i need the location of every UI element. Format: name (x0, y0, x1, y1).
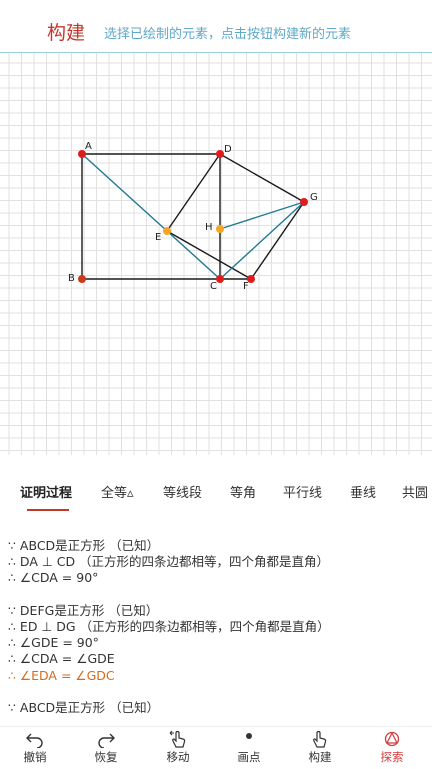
proof-line (8, 587, 428, 603)
move-button[interactable]: 移动 (148, 727, 208, 769)
tab-equal-angles[interactable]: 等角 (230, 482, 256, 501)
redo-label: 恢复 (94, 750, 118, 764)
label-A: A (85, 141, 92, 152)
label-B: B (68, 273, 75, 284)
page-title: 构建 (47, 22, 86, 44)
segment-HG[interactable] (219, 201, 305, 230)
tab-equal-segments[interactable]: 等线段 (163, 482, 202, 501)
construct-label: 构建 (308, 750, 332, 764)
header-bar: 构建 选择已绘制的元素，点击按钮构建新的元素 (0, 0, 432, 53)
label-F: F (243, 281, 249, 292)
point-G[interactable] (300, 198, 308, 206)
proof-line: ∴ ∠CDA = 90° (8, 570, 99, 586)
active-tab-indicator (27, 509, 69, 511)
segment-EC[interactable] (166, 230, 221, 280)
proof-line: ∴ ∠GDE = 90° (8, 635, 99, 651)
proof-line: ∵ ABCD是正方形 （已知） (8, 538, 160, 553)
redo-icon (98, 733, 115, 748)
explore-icon (384, 731, 400, 747)
geometry-figure: A D G H E B C F (68, 141, 318, 292)
point-D[interactable] (216, 150, 224, 158)
label-H: H (205, 222, 213, 233)
draw-point-button[interactable]: 画点 (219, 727, 279, 769)
explore-button[interactable]: 探索 (362, 727, 422, 769)
hand-pointer-icon (313, 730, 327, 748)
point-C[interactable] (216, 275, 224, 283)
segment-AE[interactable] (81, 153, 168, 232)
undo-button[interactable]: 撤销 (5, 727, 65, 769)
segment-DE[interactable] (166, 153, 221, 232)
proof-line: ∴ ED ⊥ DG （正方形的四条边都相等，四个角都是直角） (8, 618, 330, 634)
redo-button[interactable]: 恢复 (76, 727, 136, 769)
tab-concyclic[interactable]: 共圆 (402, 482, 428, 501)
label-E: E (155, 232, 161, 243)
proof-line: ∴ DA ⊥ CD （正方形的四条边都相等，四个角都是直角） (8, 554, 330, 570)
proof-line: ∴ ∠CDA = ∠GDE (8, 651, 115, 667)
proof-panel[interactable]: ∵ ABCD是正方形 （已知） ∴ DA ⊥ CD （正方形的四条边都相等，四个… (8, 538, 428, 716)
draw-point-label: 画点 (237, 750, 261, 764)
explore-label: 探索 (380, 750, 404, 764)
proof-line-conclusion: ∴ ∠EDA = ∠GDC (8, 667, 115, 683)
segment-EF[interactable] (166, 230, 252, 280)
hand-move-icon (169, 730, 186, 748)
undo-icon (26, 733, 43, 748)
label-G: G (310, 192, 318, 203)
tab-perpendicular[interactable]: 垂线 (350, 482, 376, 501)
segment-DG[interactable] (219, 153, 305, 203)
bottom-toolbar: 撤销 恢复 移动 画点 构建 探索 (0, 726, 432, 769)
undo-label: 撤销 (23, 750, 47, 764)
tab-congruent[interactable]: 全等▵ (101, 482, 134, 501)
geometry-canvas[interactable]: A D G H E B C F (0, 53, 432, 455)
segment-GF[interactable] (250, 201, 305, 280)
instruction-hint: 选择已绘制的元素，点击按钮构建新的元素 (104, 27, 352, 42)
analysis-tabs: 证明过程 全等▵ 等线段 等角 平行线 垂线 共圆 (0, 470, 432, 514)
label-D: D (224, 144, 232, 155)
point-H[interactable] (216, 225, 224, 233)
construct-button[interactable]: 构建 (290, 727, 350, 769)
proof-line: ∵ ABCD是正方形 （已知） (8, 699, 160, 715)
segment-CG[interactable] (219, 201, 305, 280)
label-C: C (210, 281, 217, 292)
move-label: 移动 (166, 750, 190, 764)
point-E[interactable] (163, 227, 171, 235)
dot-icon (246, 733, 252, 739)
tab-proof[interactable]: 证明过程 (20, 482, 72, 501)
proof-line: ∵ DEFG是正方形 （已知） (8, 602, 159, 618)
proof-line (8, 684, 428, 700)
tab-parallel[interactable]: 平行线 (283, 482, 322, 501)
point-B[interactable] (78, 275, 86, 283)
